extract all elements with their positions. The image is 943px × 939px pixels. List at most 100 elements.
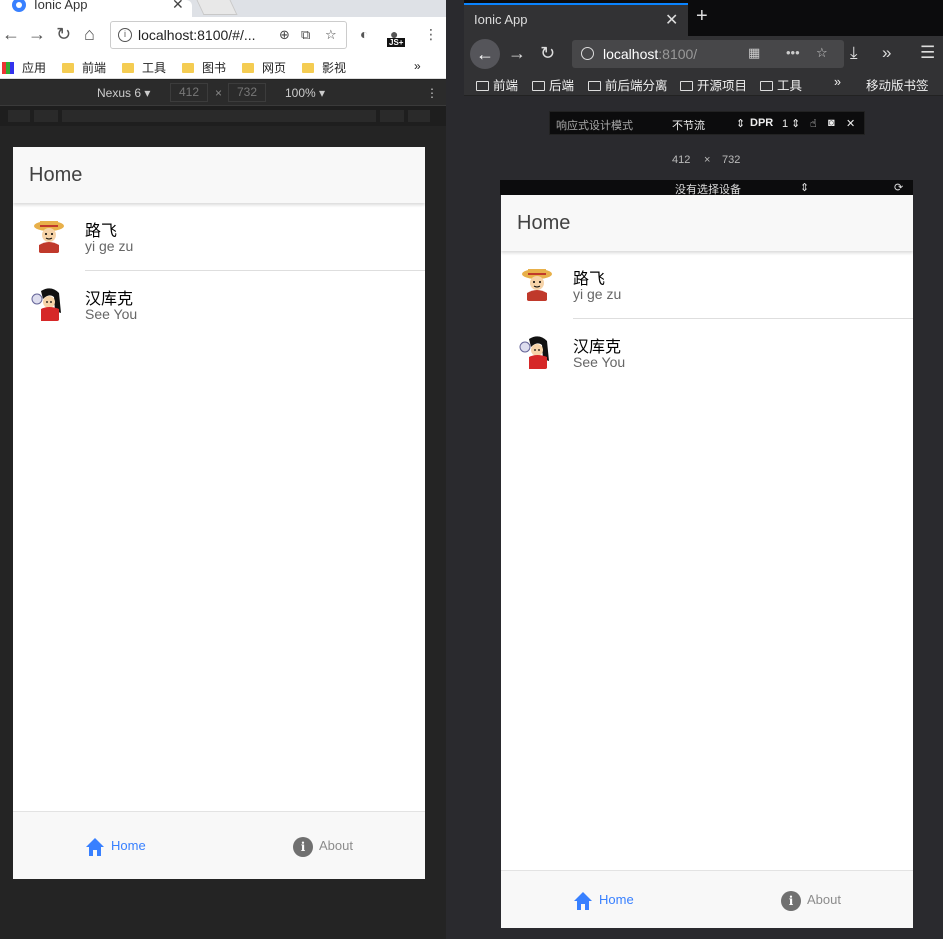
site-info-icon[interactable]: [581, 47, 594, 60]
hancock-avatar: [30, 284, 68, 322]
chrome-omnibox[interactable]: i localhost:8100/#/... ⊕ ⧉ ☆: [110, 21, 347, 49]
home-icon: [574, 892, 592, 910]
throttle-chevron-icon[interactable]: ⇕: [736, 117, 745, 130]
item-subtitle: See You: [573, 354, 626, 370]
download-icon[interactable]: ⤓: [850, 43, 858, 63]
extension-c-icon[interactable]: ◐: [360, 26, 368, 42]
hamburger-menu-icon[interactable]: ☰: [920, 43, 935, 63]
media-query-ruler: [0, 106, 446, 126]
list-item[interactable]: 汉库克 See You: [501, 319, 913, 387]
bookmark-folder[interactable]: 前端: [476, 75, 518, 94]
firefox-new-tab-button[interactable]: +: [696, 5, 708, 28]
chrome-toolbar: ← → ↻ ⌂ i localhost:8100/#/... ⊕ ⧉ ☆ ◐ ●…: [0, 17, 446, 55]
zoom-icon[interactable]: ⊕: [279, 27, 290, 43]
firefox-tabstrip: Ionic App ✕ +: [464, 0, 943, 36]
chrome-new-tab-button[interactable]: [196, 0, 238, 15]
viewport-times: ×: [704, 154, 711, 166]
bookmark-star-icon[interactable]: ☆: [325, 27, 337, 43]
list-item[interactable]: 路飞 yi ge zu: [13, 203, 425, 271]
firefox-toolbar: ← → ↻ localhost:8100/ ▦ ••• ☆ ⤓ » ☰: [464, 36, 943, 72]
bookmark-folder[interactable]: 网页: [242, 59, 286, 76]
device-select[interactable]: Nexus 6 ▾: [97, 86, 150, 100]
tab-about[interactable]: i About: [293, 837, 373, 857]
tab-home-label: Home: [111, 838, 146, 853]
page-title: Home: [29, 164, 83, 186]
bookmark-folder[interactable]: 开源项目: [680, 75, 747, 94]
chrome-menu-icon[interactable]: ⋮: [424, 26, 438, 43]
tab-bar: Home i About: [501, 870, 913, 928]
bookmarks-overflow-icon[interactable]: »: [834, 75, 841, 89]
ionic-favicon-icon: [12, 0, 26, 12]
item-subtitle: yi ge zu: [85, 238, 134, 254]
dpr-select[interactable]: 1 ⇕: [782, 117, 800, 130]
qr-code-icon[interactable]: ▦: [748, 45, 760, 61]
tab-bar: Home i About: [13, 811, 425, 879]
tab-about[interactable]: i About: [781, 891, 861, 911]
rotate-icon[interactable]: ⟳: [894, 181, 903, 194]
ionic-app-viewport: Home 路飞 yi ge zu 汉库克 See You Home i Abou…: [13, 147, 425, 879]
screenshot-icon[interactable]: ◙: [828, 117, 835, 129]
firefox-urlbar[interactable]: localhost:8100/ ▦ ••• ☆: [572, 40, 844, 68]
back-arrow-icon[interactable]: ←: [2, 24, 20, 45]
chrome-tab-close-icon[interactable]: ✕: [172, 0, 184, 13]
device-selector-bar: 没有选择设备 ⇕ ⟳: [500, 180, 913, 196]
hancock-avatar: [518, 332, 556, 370]
tab-about-label: About: [807, 892, 841, 907]
folder-icon: [680, 81, 693, 91]
list-item[interactable]: 路飞 yi ge zu: [501, 251, 913, 319]
home-icon[interactable]: ⌂: [84, 24, 95, 45]
bookmark-folder[interactable]: 后端: [532, 75, 574, 94]
list-item[interactable]: 汉库克 See You: [13, 271, 425, 339]
close-rdm-icon[interactable]: ✕: [846, 117, 855, 130]
firefox-window: Ionic App ✕ + ← → ↻ localhost:8100/ ▦ ••…: [464, 0, 943, 939]
item-subtitle: See You: [85, 306, 138, 322]
bookmark-folder[interactable]: 工具: [760, 75, 802, 94]
back-arrow-icon[interactable]: ←: [470, 39, 500, 69]
device-height-input[interactable]: 732: [228, 83, 266, 102]
overflow-chevron-icon[interactable]: »: [882, 43, 891, 63]
bookmark-folder[interactable]: 图书: [182, 59, 226, 76]
forward-arrow-icon[interactable]: →: [508, 43, 526, 64]
bookmarks-overflow-icon[interactable]: »: [414, 59, 421, 73]
site-info-icon[interactable]: i: [118, 28, 132, 42]
bookmark-folder[interactable]: 影视: [302, 59, 346, 76]
reload-icon[interactable]: ↻: [56, 24, 71, 45]
mobile-bookmarks[interactable]: 移动版书签: [866, 75, 929, 94]
bookmark-star-icon[interactable]: ☆: [816, 45, 828, 61]
reload-icon[interactable]: ↻: [540, 43, 555, 64]
bookmark-folder[interactable]: 前后端分离: [588, 75, 668, 94]
device-toolbar: Nexus 6 ▾ 412 × 732 100% ▾ ⋮: [0, 80, 446, 106]
firefox-url-text[interactable]: localhost:8100/: [603, 46, 697, 62]
chrome-url-text[interactable]: localhost:8100/#/...: [138, 27, 256, 43]
translate-icon[interactable]: ⧉: [301, 27, 310, 43]
firefox-tab[interactable]: Ionic App ✕: [464, 3, 688, 36]
page-actions-icon[interactable]: •••: [786, 45, 800, 60]
js-extension-badge: JS+: [387, 38, 406, 47]
ionic-app-viewport: Home 路飞 yi ge zu 汉库克 See You Home i Abou…: [501, 195, 913, 928]
firefox-tab-close-icon[interactable]: ✕: [665, 10, 678, 30]
bookmark-apps[interactable]: 应用: [2, 59, 46, 76]
item-subtitle: yi ge zu: [573, 286, 622, 302]
device-toolbar-menu-icon[interactable]: ⋮: [426, 86, 438, 100]
tab-home[interactable]: Home: [85, 837, 165, 857]
chrome-tabstrip: Ionic App ✕: [0, 0, 446, 17]
forward-arrow-icon[interactable]: →: [28, 24, 46, 45]
folder-icon: [476, 81, 489, 91]
app-header: Home: [13, 147, 425, 203]
dpr-label: DPR: [750, 117, 774, 129]
luffy-avatar: [518, 264, 556, 302]
folder-icon: [62, 63, 74, 73]
dimension-times: ×: [215, 86, 223, 100]
tab-home[interactable]: Home: [573, 891, 653, 911]
bookmark-folder[interactable]: 工具: [122, 59, 166, 76]
throttle-select[interactable]: 不节流: [672, 117, 705, 133]
bookmark-folder[interactable]: 前端: [62, 59, 106, 76]
info-icon: i: [781, 891, 801, 911]
touch-simulation-icon[interactable]: ☝: [810, 117, 817, 130]
zoom-select[interactable]: 100% ▾: [285, 86, 325, 100]
chrome-tab[interactable]: Ionic App ✕: [0, 0, 192, 17]
apps-grid-icon: [2, 62, 14, 74]
device-width-input[interactable]: 412: [170, 83, 208, 102]
device-select-chevron-icon[interactable]: ⇕: [800, 181, 809, 194]
folder-icon: [242, 63, 254, 73]
